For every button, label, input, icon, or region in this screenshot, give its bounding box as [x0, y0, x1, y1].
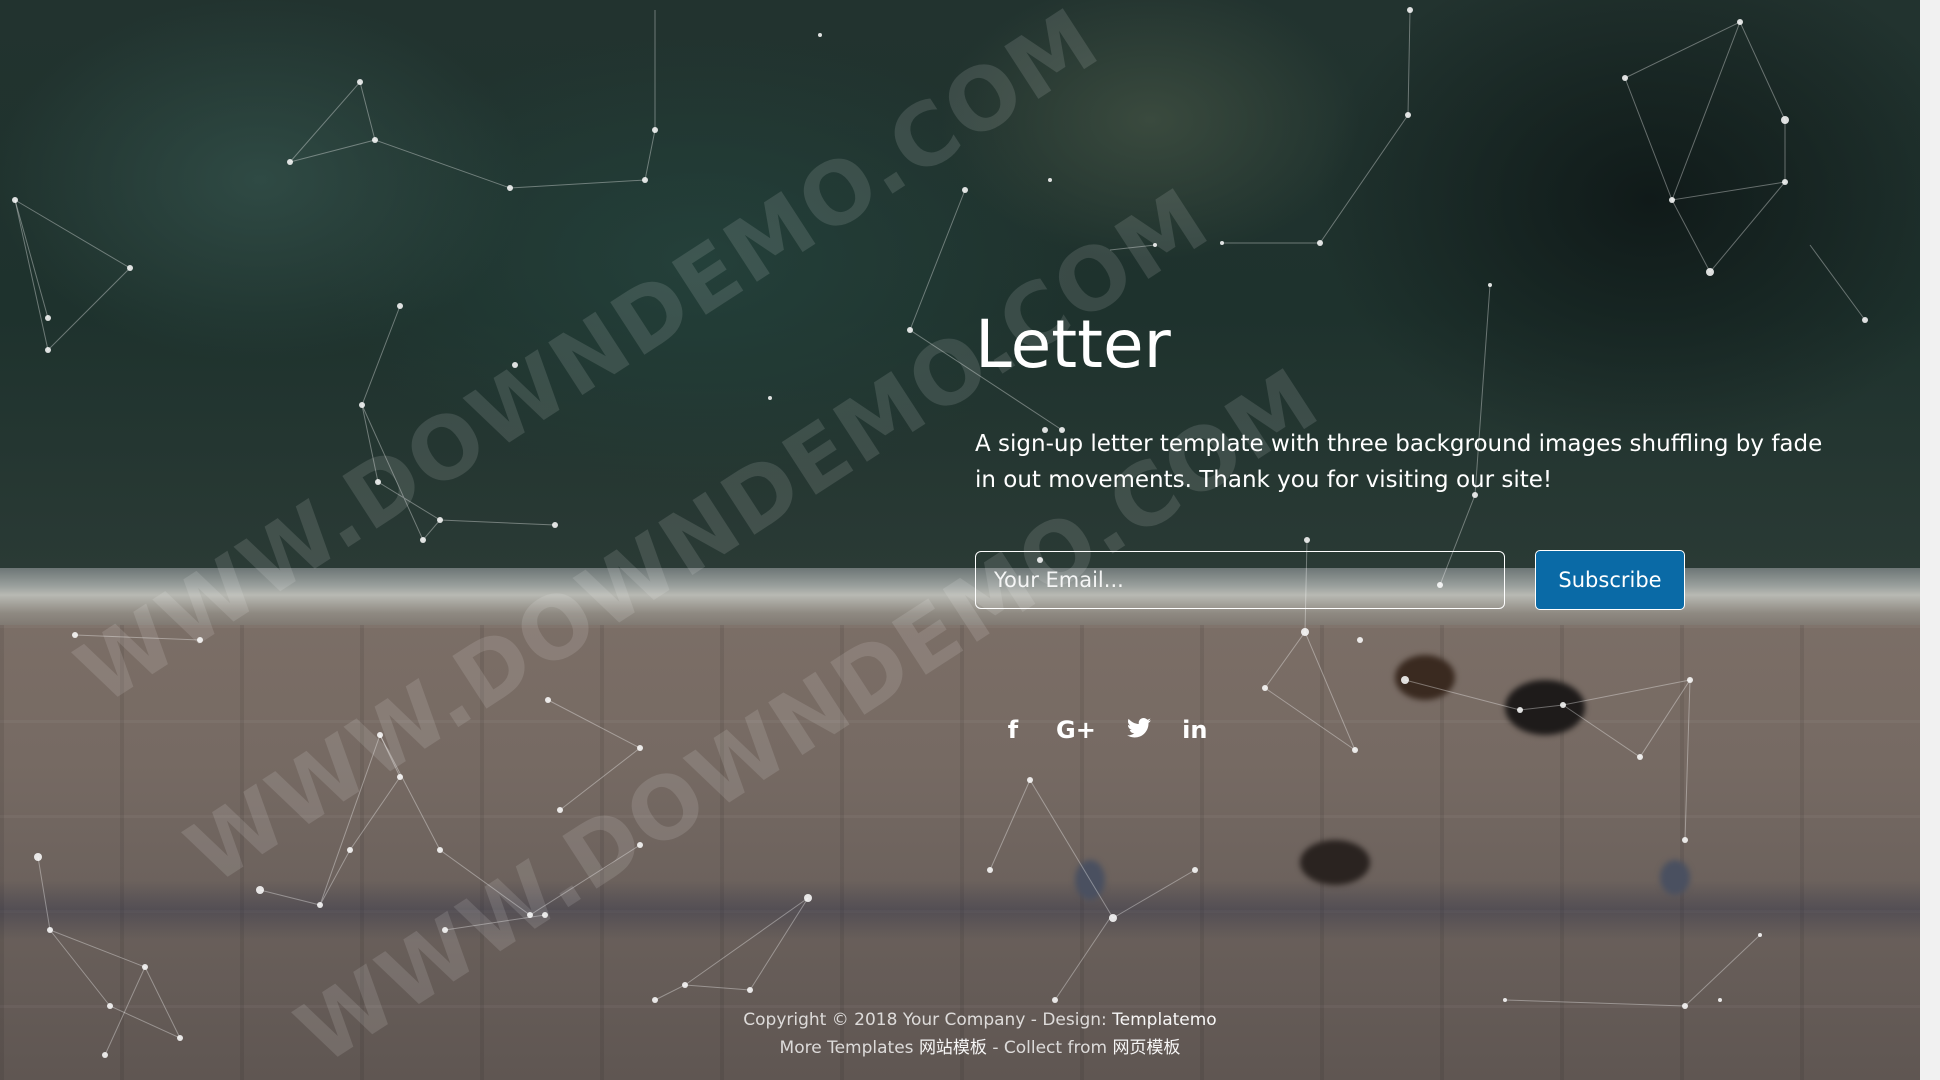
social-links: f G+ in: [1000, 716, 1208, 744]
footer: Copyright © 2018 Your Company - Design: …: [0, 1006, 1940, 1062]
collect-text: - Collect from: [986, 1038, 1113, 1058]
subscribe-button[interactable]: Subscribe: [1535, 550, 1685, 610]
subscribe-form: Subscribe: [975, 550, 1835, 610]
page: WWW.DOWNDEMO.COM WWW.DOWNDEMO.COM WWW.DO…: [0, 0, 1940, 1080]
facebook-icon[interactable]: f: [1000, 716, 1026, 744]
more-templates-text: More Templates: [779, 1038, 919, 1058]
page-title: Letter: [975, 306, 1171, 383]
more-templates-link[interactable]: 网站模板: [919, 1038, 987, 1058]
twitter-bird-glyph: [1126, 718, 1151, 738]
design-credit-link[interactable]: Templatemo: [1112, 1010, 1217, 1030]
hero-content: Letter A sign-up letter template with th…: [975, 300, 1835, 610]
copyright-text: Copyright © 2018 Your Company - Design:: [743, 1010, 1113, 1030]
hero-description: A sign-up letter template with three bac…: [975, 431, 1823, 493]
linkedin-icon[interactable]: in: [1182, 716, 1208, 744]
collect-link[interactable]: 网页模板: [1112, 1038, 1180, 1058]
footer-copyright: Copyright © 2018 Your Company - Design: …: [0, 1006, 1940, 1034]
scrollbar[interactable]: [1920, 0, 1940, 1080]
email-field[interactable]: [975, 551, 1505, 609]
google-plus-icon[interactable]: G+: [1056, 716, 1096, 744]
footer-more: More Templates 网站模板 - Collect from 网页模板: [0, 1034, 1940, 1062]
twitter-icon[interactable]: [1126, 716, 1152, 744]
